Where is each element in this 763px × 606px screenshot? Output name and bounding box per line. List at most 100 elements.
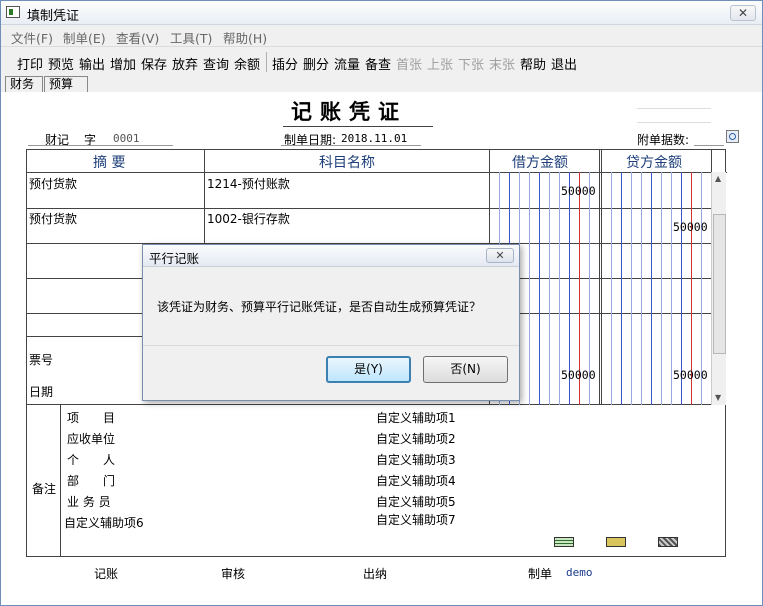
card-icon[interactable] bbox=[606, 537, 626, 547]
note-department[interactable]: 部 门 bbox=[67, 472, 115, 489]
tab-finance[interactable]: 财务 bbox=[5, 76, 43, 92]
preview-button[interactable]: 预览 bbox=[48, 54, 74, 73]
help-button[interactable]: 帮助 bbox=[520, 54, 546, 73]
export-button[interactable]: 输出 bbox=[79, 54, 105, 73]
note-custom-4[interactable]: 自定义辅助项4 bbox=[376, 472, 456, 489]
print-button[interactable]: 打印 bbox=[17, 54, 43, 73]
voucher-date[interactable]: 2018.11.01 bbox=[341, 132, 407, 145]
note-project[interactable]: 项 目 bbox=[67, 409, 115, 426]
window-title: 填制凭证 bbox=[27, 9, 80, 24]
digit-grid-line bbox=[549, 172, 550, 406]
exit-button[interactable]: 退出 bbox=[551, 54, 577, 73]
total-credit: 50000 bbox=[673, 368, 708, 382]
note-receivable-unit[interactable]: 应收单位 bbox=[67, 430, 115, 447]
pencil-icon[interactable] bbox=[658, 537, 678, 547]
scroll-thumb[interactable] bbox=[713, 214, 726, 354]
toolbar-separator bbox=[266, 52, 267, 72]
list-icon[interactable] bbox=[554, 537, 574, 547]
cash-flow-button[interactable]: 流量 bbox=[334, 54, 360, 73]
note-custom-3[interactable]: 自定义辅助项3 bbox=[376, 451, 456, 468]
debit-header: 借方金额 bbox=[512, 155, 568, 171]
entries-scrollbar[interactable]: ▲ ▼ bbox=[711, 172, 726, 405]
app-icon bbox=[6, 6, 20, 18]
header-blank-line bbox=[637, 122, 711, 123]
save-button[interactable]: 保存 bbox=[141, 54, 167, 73]
insert-entry-button[interactable]: 插分 bbox=[272, 54, 298, 73]
total-debit: 50000 bbox=[561, 368, 596, 382]
tab-budget[interactable]: 预算 bbox=[44, 76, 88, 92]
digit-grid-line bbox=[611, 172, 612, 406]
dialog-title-bar: 平行记账 ✕ bbox=[143, 245, 519, 267]
row1-debit[interactable]: 50000 bbox=[561, 184, 596, 198]
dialog-close-button[interactable]: ✕ bbox=[486, 248, 514, 263]
digit-grid-line bbox=[631, 172, 632, 406]
attachments-field[interactable] bbox=[694, 145, 724, 146]
memo-button[interactable]: 备查 bbox=[365, 54, 391, 73]
note-custom-7[interactable]: 自定义辅助项7 bbox=[376, 511, 456, 528]
menu-voucher[interactable]: 制单(E) bbox=[63, 28, 106, 47]
dialog-buttons: 是(Y) 否(N) bbox=[143, 345, 519, 400]
previous-button[interactable]: 上张 bbox=[427, 54, 453, 73]
menu-tools[interactable]: 工具(T) bbox=[170, 28, 212, 47]
header-underline bbox=[281, 145, 421, 146]
header-blank-line bbox=[637, 108, 711, 109]
scroll-up-icon[interactable]: ▲ bbox=[715, 174, 721, 183]
title-underline bbox=[283, 126, 433, 127]
digit-grid-line bbox=[641, 172, 642, 406]
row1-summary[interactable]: 预付货款 bbox=[29, 175, 77, 192]
note-individual[interactable]: 个 人 bbox=[67, 451, 115, 468]
dialog-body: 该凭证为财务、预算平行记账凭证，是否自动生成预算凭证？ bbox=[143, 267, 519, 345]
digit-grid-line bbox=[559, 172, 560, 406]
row2-summary[interactable]: 预付货款 bbox=[29, 210, 77, 227]
scroll-down-icon[interactable]: ▼ bbox=[715, 393, 721, 402]
dialog-message: 该凭证为财务、预算平行记账凭证，是否自动生成预算凭证？ bbox=[157, 300, 482, 314]
bookkeeper-label: 记账 bbox=[94, 567, 119, 581]
header-underline bbox=[28, 145, 173, 146]
discard-button[interactable]: 放弃 bbox=[172, 54, 198, 73]
row2-account[interactable]: 1002-银行存款 bbox=[207, 210, 290, 227]
next-button[interactable]: 下张 bbox=[458, 54, 484, 73]
first-button[interactable]: 首张 bbox=[396, 54, 422, 73]
query-button[interactable]: 查询 bbox=[203, 54, 229, 73]
search-icon[interactable] bbox=[726, 130, 739, 143]
notes-panel: 备注 项 目 应收单位 个 人 部 门 业 务 员 自定义辅助项6 自定义辅助项… bbox=[26, 405, 726, 557]
no-button[interactable]: 否(N) bbox=[423, 356, 508, 383]
voucher-title: 记账凭证 bbox=[291, 100, 407, 124]
reviewer-label: 审核 bbox=[221, 567, 246, 581]
last-button[interactable]: 末张 bbox=[489, 54, 515, 73]
add-button[interactable]: 增加 bbox=[110, 54, 136, 73]
credit-header: 贷方金额 bbox=[626, 155, 682, 171]
digit-grid-line bbox=[529, 172, 530, 406]
row-divider bbox=[27, 208, 711, 209]
menu-file[interactable]: 文件(F) bbox=[11, 28, 53, 47]
note-salesperson[interactable]: 业 务 员 bbox=[67, 493, 111, 510]
note-custom-6[interactable]: 自定义辅助项6 bbox=[64, 514, 144, 531]
summary-header: 摘 要 bbox=[93, 155, 126, 171]
menu-view[interactable]: 查看(V) bbox=[116, 28, 159, 47]
row-divider bbox=[27, 172, 727, 173]
window-close-button[interactable]: ✕ bbox=[730, 5, 756, 21]
account-header: 科目名称 bbox=[319, 155, 375, 171]
menu-help[interactable]: 帮助(H) bbox=[223, 28, 267, 47]
digit-grid-line bbox=[661, 172, 662, 406]
toolbar: 打印 预览 输出 增加 保存 放弃 查询 余额 插分 删分 流量 备查 首张 上… bbox=[1, 46, 762, 76]
menu-bar: 文件(F) 制单(E) 查看(V) 工具(T) 帮助(H) bbox=[1, 25, 762, 47]
yes-button[interactable]: 是(Y) bbox=[326, 356, 411, 383]
parallel-bookkeeping-dialog: 平行记账 ✕ 该凭证为财务、预算平行记账凭证，是否自动生成预算凭证？ 是(Y) … bbox=[142, 244, 520, 401]
note-custom-5[interactable]: 自定义辅助项5 bbox=[376, 493, 456, 510]
voucher-number[interactable]: 0001 bbox=[113, 132, 140, 145]
balance-button[interactable]: 余额 bbox=[234, 54, 260, 73]
row1-account[interactable]: 1214-预付账款 bbox=[207, 175, 290, 192]
cashier-label: 出纳 bbox=[363, 567, 388, 581]
digit-grid-line bbox=[671, 172, 672, 406]
dialog-title: 平行记账 bbox=[149, 251, 200, 266]
note-custom-2[interactable]: 自定义辅助项2 bbox=[376, 430, 456, 447]
maker-label: 制单 bbox=[528, 567, 553, 581]
delete-entry-button[interactable]: 删分 bbox=[303, 54, 329, 73]
note-custom-1[interactable]: 自定义辅助项1 bbox=[376, 409, 456, 426]
digit-grid-line bbox=[621, 172, 622, 406]
title-bar: 填制凭证 ✕ bbox=[1, 1, 762, 25]
digit-grid-line bbox=[651, 172, 652, 406]
row2-credit[interactable]: 50000 bbox=[673, 220, 708, 234]
notes-divider bbox=[60, 405, 61, 557]
